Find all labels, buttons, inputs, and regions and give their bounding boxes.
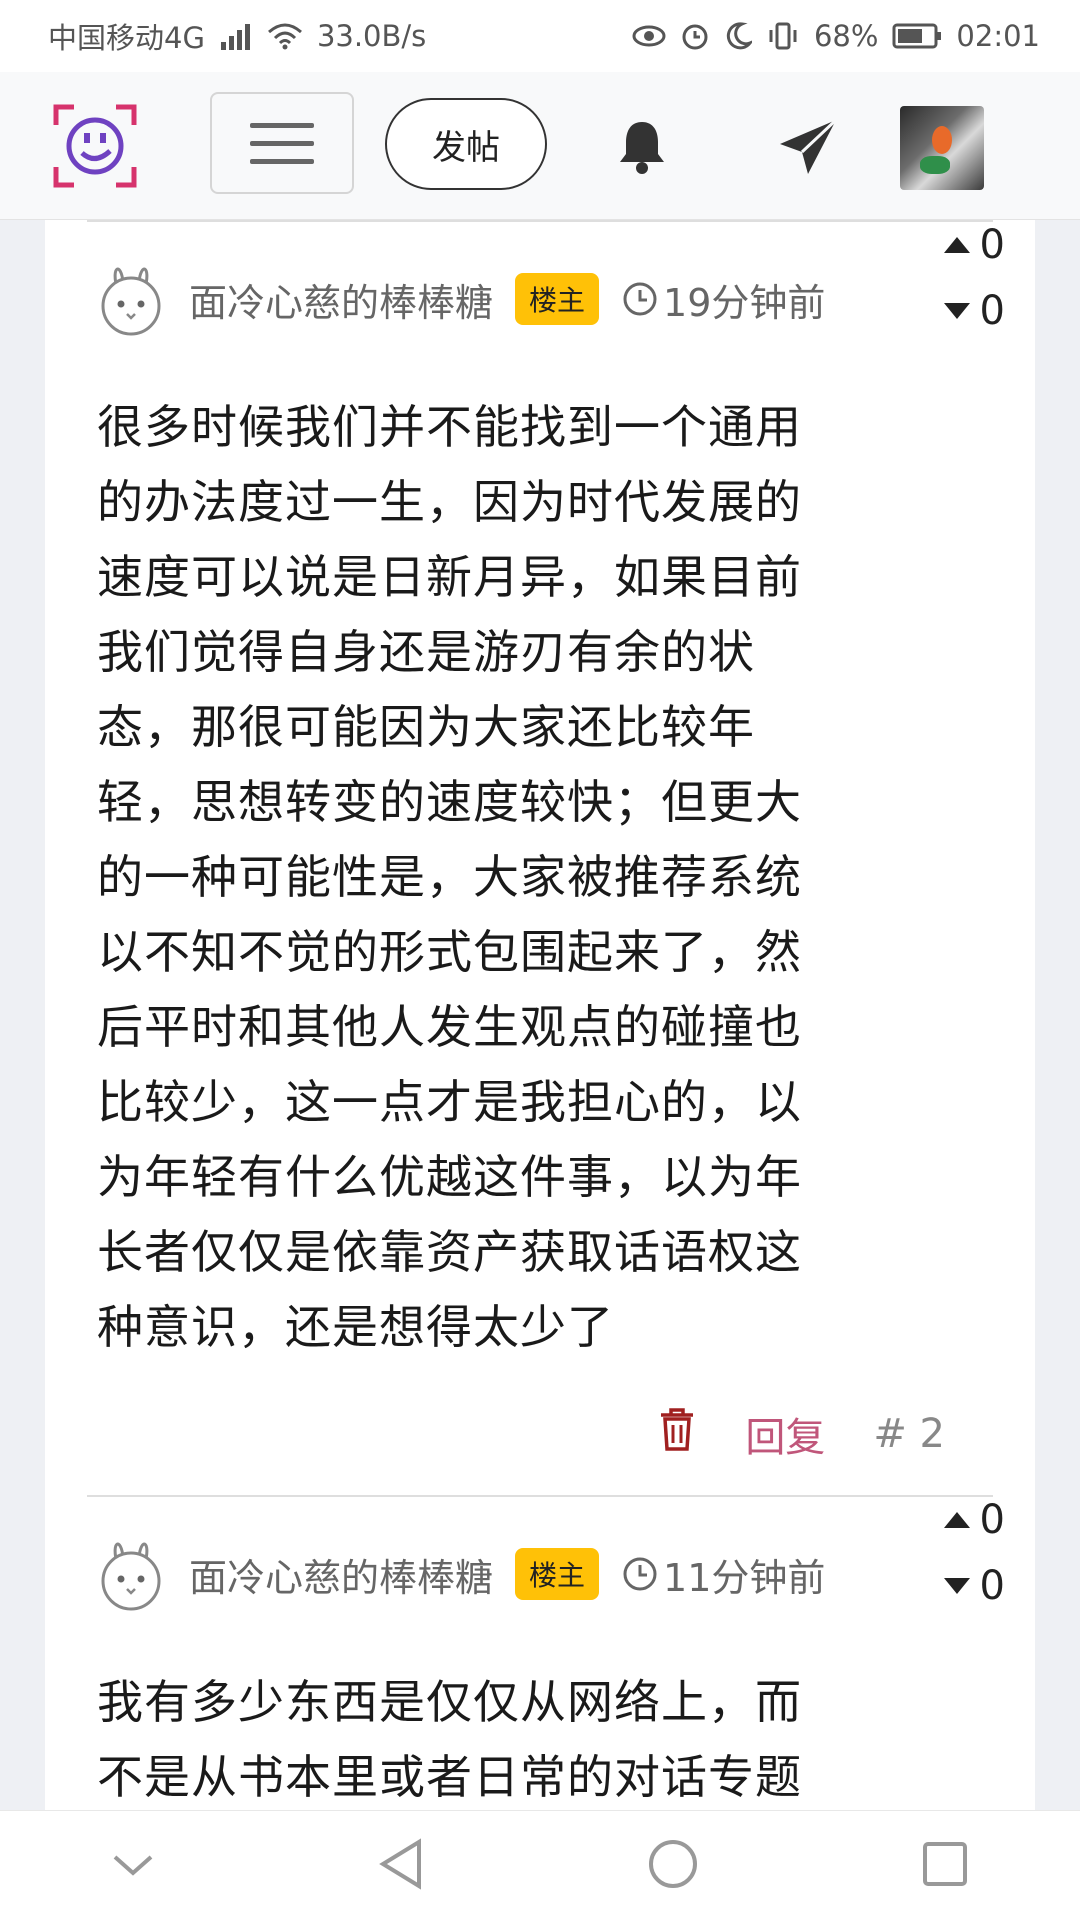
caret-down-icon [943,1578,970,1594]
battery-icon [892,22,942,50]
post-actions: 回复 # 2 [657,1405,945,1463]
post-button[interactable]: 发帖 [385,98,547,190]
upvote-button[interactable]: 0 [943,222,1005,268]
divider [87,220,993,222]
clock-text: 02:01 [956,19,1040,53]
downvote-button[interactable]: 0 [943,288,1005,334]
content-line: 轻，思想转变的速度较快；但更大 [97,775,802,829]
send-icon[interactable] [776,114,842,180]
reply-button[interactable]: 回复 [745,1405,825,1463]
caret-up-icon [943,237,970,253]
carrier-text: 中国移动4G [48,21,205,55]
trash-icon[interactable] [657,1407,697,1461]
content-line: 的一种可能性是，大家被推荐系统 [97,850,802,904]
rabbit-avatar-icon[interactable] [95,262,169,336]
top-navbar: 发帖 [0,72,1080,220]
moon-icon [724,21,752,51]
signal-icon [219,22,253,50]
post-content: 很多时候我们并不能找到一个通用 的办法度过一生，因为时代发展的 速度可以说是日新… [97,390,857,1365]
op-badge: 楼主 [515,273,600,325]
post-time: 11分钟前 [621,1547,825,1602]
rabbit-avatar-icon[interactable] [95,1537,169,1611]
wifi-icon [267,22,303,50]
user-avatar[interactable] [900,106,984,190]
vote-box: 0 0 [943,222,1005,334]
alarm-icon [680,21,710,51]
content-line: 很多时候我们并不能找到一个通用 [97,400,802,454]
content-line: 不是从书本里或者日常的对话专题 [97,1750,802,1804]
menu-button[interactable] [210,92,354,194]
author-name[interactable]: 面冷心慈的棒棒糖 [189,1547,493,1602]
content-line: 态，那很可能因为大家还比较年 [97,700,755,754]
status-bar: 中国移动4G 33.0B/s 68% 02:01 [0,0,1080,72]
logo-icon[interactable] [52,103,138,189]
caret-down-icon [943,303,970,319]
battery-text: 68% [813,19,879,53]
op-badge: 楼主 [515,1548,600,1600]
eye-icon [632,23,666,49]
content-line: 我有多少东西是仅仅从网络上，而 [97,1675,802,1729]
upvote-count: 0 [979,1497,1005,1543]
content-line: 种意识，还是想得太少了 [97,1300,614,1354]
system-navigation-bar [0,1810,1080,1921]
back-icon[interactable] [377,1838,425,1894]
caret-up-icon [943,1512,970,1528]
content-line: 后平时和其他人发生观点的碰撞也 [97,1000,802,1054]
clock-icon [623,282,657,316]
recents-icon[interactable] [921,1840,969,1892]
post-time: 19分钟前 [621,272,825,327]
author-name[interactable]: 面冷心慈的棒棒糖 [189,272,493,327]
downvote-count: 0 [979,288,1005,334]
vote-box: 0 0 [943,1497,1005,1609]
post-header: 面冷心慈的棒棒糖 楼主 11分钟前 [95,1537,825,1611]
clock-icon [623,1557,657,1591]
content-line: 以不知不觉的形式包围起来了，然 [97,925,802,979]
thread-card: 面冷心慈的棒棒糖 楼主 19分钟前 0 0 很多时候我们并不能找到一个通用 的办… [45,220,1035,1810]
upvote-button[interactable]: 0 [943,1497,1005,1543]
divider [87,1495,993,1497]
bell-icon[interactable] [612,116,672,176]
hamburger-icon [250,123,314,164]
downvote-button[interactable]: 0 [943,1563,1005,1609]
chevron-down-icon[interactable] [111,1849,155,1883]
vibrate-icon [766,21,800,51]
content-line: 比较少，这一点才是我担心的，以 [97,1075,802,1129]
content-line: 的办法度过一生，因为时代发展的 [97,475,802,529]
post-content: 我有多少东西是仅仅从网络上，而 不是从书本里或者日常的对话专题 [97,1665,857,1815]
upvote-count: 0 [979,222,1005,268]
post-time-text: 19分钟前 [663,280,826,325]
avatar-detail [932,126,952,154]
avatar-detail [920,156,950,174]
post-header: 面冷心慈的棒棒糖 楼主 19分钟前 [95,262,825,336]
content-line: 速度可以说是日新月异，如果目前 [97,550,802,604]
content-line: 为年轻有什么优越这件事，以为年 [97,1150,802,1204]
content-line: 我们觉得自身还是游刃有余的状 [97,625,755,679]
content-line: 长者仅仅是依靠资产获取话语权这 [97,1225,802,1279]
post-time-text: 11分钟前 [663,1555,826,1600]
home-icon[interactable] [647,1838,699,1894]
floor-number: # 2 [873,1411,945,1457]
downvote-count: 0 [979,1563,1005,1609]
network-speed: 33.0B/s [316,19,427,53]
